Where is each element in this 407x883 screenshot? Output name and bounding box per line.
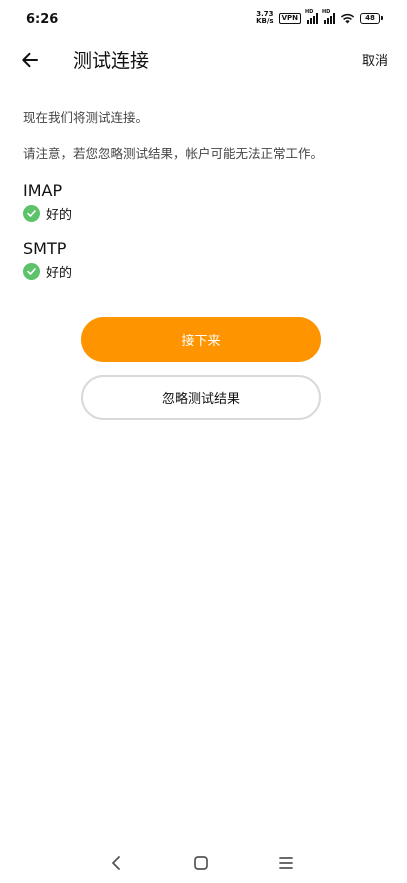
signal-hd-label: HD (305, 8, 314, 15)
network-speed: 3.73 KB/s (256, 11, 273, 25)
warning-text: 请注意，若您忽略测试结果，帐户可能无法正常工作。 (23, 146, 324, 161)
protocol-status-text: 好的 (46, 266, 73, 281)
nav-back-button[interactable] (104, 851, 128, 875)
battery-icon: 48 (360, 12, 383, 24)
intro-text: 现在我们将测试连接。 (23, 110, 149, 125)
next-button[interactable]: 接下来 (81, 317, 321, 362)
protocol-name: SMTP (23, 239, 67, 258)
square-icon (194, 856, 208, 870)
vpn-icon: VPN (278, 12, 301, 24)
protocol-status-text: 好的 (46, 208, 73, 223)
app-bar: 测试连接 取消 (0, 40, 407, 80)
signal-icon: HD (305, 9, 318, 24)
protocol-smtp: SMTP 好的 (23, 238, 72, 281)
cancel-button[interactable]: 取消 (362, 50, 388, 69)
chevron-left-icon (112, 856, 120, 870)
check-circle-icon (23, 263, 40, 280)
nav-home-button[interactable] (189, 851, 213, 875)
signal-icon: HD (322, 9, 335, 24)
network-speed-unit: KB/s (256, 17, 274, 25)
check-circle-icon (23, 205, 40, 222)
back-button[interactable] (16, 46, 44, 74)
status-bar: 6:26 3.73 KB/s VPN HD HD 48 (0, 0, 407, 40)
arrow-left-icon (22, 52, 38, 68)
battery-level: 48 (360, 12, 380, 24)
menu-icon (279, 857, 293, 869)
page-title: 测试连接 (73, 50, 150, 72)
protocol-name: IMAP (23, 181, 63, 200)
nav-menu-button[interactable] (274, 851, 298, 875)
status-time: 6:26 (26, 12, 59, 27)
status-icons: 3.73 KB/s VPN HD HD 48 (256, 9, 383, 25)
protocol-status: 好的 (23, 204, 72, 223)
signal-hd-label: HD (322, 8, 331, 15)
navigation-bar (0, 843, 407, 883)
wifi-icon (340, 13, 355, 24)
ignore-results-button[interactable]: 忽略测试结果 (81, 375, 321, 420)
protocol-imap: IMAP 好的 (23, 180, 72, 223)
protocol-status: 好的 (23, 262, 72, 281)
